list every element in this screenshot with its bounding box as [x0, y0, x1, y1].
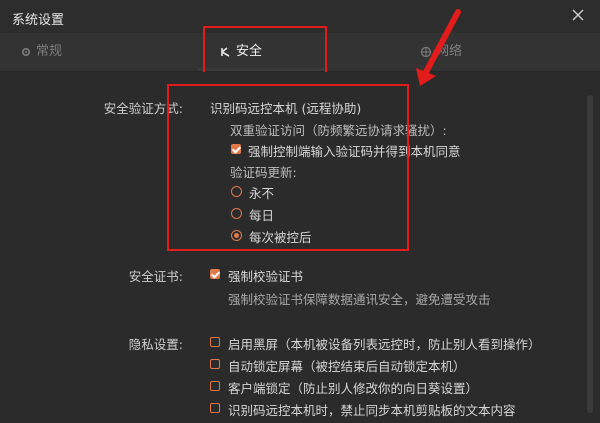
cert-check-label[interactable]: 强制校验证书	[228, 266, 303, 285]
tab-general-label: 常规	[36, 44, 63, 59]
privacy-clipboard-checkbox[interactable]	[210, 403, 220, 413]
window-title: 系统设置	[12, 13, 65, 28]
privacy-blackscreen-label[interactable]: 启用黑屏（本机被设备列表远控时，防止别人看到操作）	[228, 334, 541, 353]
gear-icon	[21, 47, 31, 56]
cert-label: 安全证书:	[128, 269, 183, 284]
tab-general[interactable]: 常规	[20, 33, 62, 71]
privacy-label: 隐私设置:	[128, 337, 183, 352]
cert-description: 强制校验证书保障数据通讯安全，避免遭受攻击	[228, 292, 491, 307]
annotation-arrow-icon	[416, 9, 461, 86]
annotation-box-auth	[167, 84, 409, 251]
annotation-box-tab	[203, 26, 327, 77]
close-icon[interactable]	[570, 7, 586, 23]
scrollbar[interactable]	[587, 95, 593, 413]
privacy-clientlock-label[interactable]: 客户端锁定（防止别人修改你的向日葵设置）	[228, 378, 478, 397]
privacy-clipboard-label[interactable]: 识别码远控本机时，禁止同步本机剪贴板的文本内容	[228, 400, 516, 419]
privacy-autolock-label[interactable]: 自动锁定屏幕（被控结束后自动锁定本机）	[228, 356, 466, 375]
cert-checkbox[interactable]	[210, 269, 220, 279]
privacy-blackscreen-checkbox[interactable]	[210, 337, 220, 347]
privacy-clientlock-checkbox[interactable]	[210, 381, 220, 391]
privacy-autolock-checkbox[interactable]	[210, 359, 220, 369]
